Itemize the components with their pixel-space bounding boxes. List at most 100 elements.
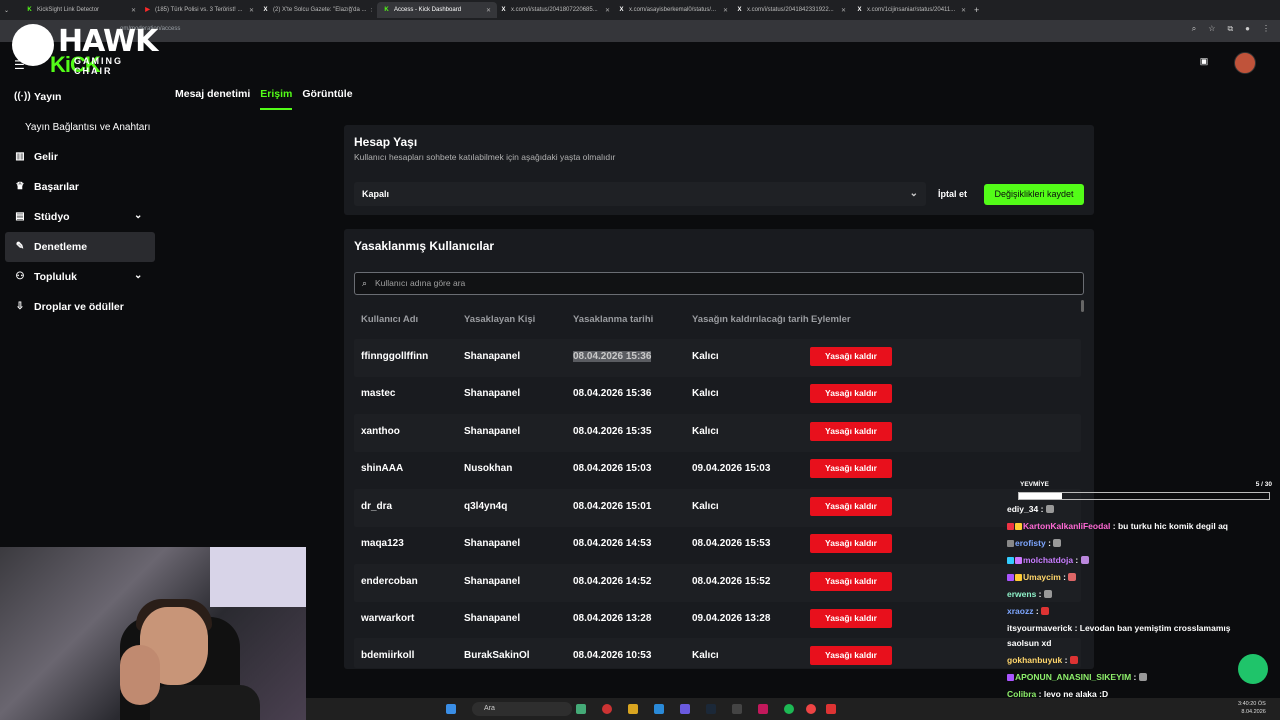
emote-icon: [1043, 590, 1052, 598]
chat-message: erwens :: [1007, 589, 1052, 599]
sidebar-item-basarilar[interactable]: ♛ Başarılar: [0, 172, 160, 202]
column-header[interactable]: Yasaklanma tarihi: [573, 314, 653, 325]
avatar[interactable]: [1234, 52, 1256, 74]
new-tab-icon[interactable]: +: [974, 2, 984, 18]
windows-taskbar: [306, 698, 1280, 720]
close-tab-icon[interactable]: ✕: [370, 7, 372, 14]
browser-tab-active[interactable]: K Access - Kick Dashboard ✕: [377, 2, 497, 18]
goal-progress-bar: [1018, 492, 1270, 500]
unban-button[interactable]: Yasağı kaldır: [810, 646, 892, 665]
chat-message: gokhanbuyuk :: [1007, 655, 1078, 665]
unban-button[interactable]: Yasağı kaldır: [810, 459, 892, 478]
address-bar: [0, 20, 1280, 42]
edge-icon[interactable]: [654, 704, 664, 714]
tab-mesaj-denetimi[interactable]: Mesaj denetimi: [175, 88, 250, 110]
steam-icon[interactable]: [706, 704, 716, 714]
browser-tab[interactable]: Xx.com/i/status/2041842331922... ✕: [736, 2, 846, 18]
unban-button[interactable]: Yasağı kaldır: [810, 384, 892, 403]
account-age-subtitle: Kullanıcı hesapları sohbete katılabilmek…: [354, 152, 616, 162]
zoom-icon[interactable]: ⌕: [1192, 24, 1196, 34]
table-row: shinAAA Nusokhan 08.04.2026 15:03 09.04.…: [354, 451, 1081, 489]
sidebar-item-stream-key[interactable]: Yayın Bağlantısı ve Anahtarı: [0, 112, 160, 142]
table-row: dr_dra q3l4yn4q 08.04.2026 15:01 Kalıcı …: [354, 489, 1081, 527]
chat-support-icon[interactable]: [1238, 654, 1268, 684]
close-tab-icon[interactable]: ✕: [249, 7, 254, 14]
x-icon: X: [737, 6, 742, 13]
unban-button[interactable]: Yasağı kaldır: [810, 347, 892, 366]
table-header: Kullanıcı Adı Yasaklayan Kişi Yasaklanma…: [354, 312, 1084, 328]
chat-message: saolsun xd: [1007, 638, 1052, 648]
chrome-icon[interactable]: [602, 704, 612, 714]
chat-message: KartonKalkanliFeodal : bu turku hic komi…: [1007, 521, 1228, 531]
sidebar-item-droplar[interactable]: ⇩ Droplar ve ödüller: [0, 292, 160, 322]
taskbar-app-icon[interactable]: [576, 704, 586, 714]
cancel-button[interactable]: İptal et: [938, 185, 967, 203]
close-tab-icon[interactable]: ✕: [131, 7, 136, 14]
chrome-icon[interactable]: [806, 704, 816, 714]
chat-message: ediy_34 :: [1007, 504, 1054, 514]
taskbar-app-icon[interactable]: [826, 704, 836, 714]
x-icon: X: [263, 6, 268, 13]
emote-icon: [1045, 505, 1054, 513]
chart-icon: ▥: [15, 151, 25, 162]
bookmark-star-icon[interactable]: ☆: [1208, 24, 1215, 34]
sidebar-item-gelir[interactable]: ▥ Gelir: [0, 142, 160, 172]
browser-tab[interactable]: Xx.com/1cijinsaniar/status/20411... ✕: [856, 2, 966, 18]
windows-start-icon[interactable]: [446, 704, 456, 714]
wrench-icon: ✎: [15, 241, 25, 252]
taskbar-clock: 3:40:20 ÖS 8.04.2026: [1238, 701, 1266, 715]
chevron-down-icon[interactable]: ⌄: [134, 210, 142, 221]
extensions-icon[interactable]: ⧉: [1227, 24, 1233, 34]
browser-tab[interactable]: X(2) X'te Solcu Gazete: "Elazığ'da ...✕: [262, 2, 372, 18]
emote-icon: [1080, 556, 1089, 564]
unban-button[interactable]: Yasağı kaldır: [810, 572, 892, 591]
profile-icon[interactable]: ●: [1245, 24, 1250, 34]
sidebar-item-denetleme[interactable]: ✎ Denetleme: [5, 232, 155, 262]
studio-icon: ▤: [15, 211, 25, 222]
hawk-feather-icon: [12, 24, 54, 66]
unban-button[interactable]: Yasağı kaldır: [810, 497, 892, 516]
unban-button[interactable]: Yasağı kaldır: [810, 609, 892, 628]
badge-icon: [1007, 523, 1014, 530]
tab-erisim[interactable]: Erişim: [260, 88, 293, 110]
stream-manager-icon[interactable]: ▣: [1196, 56, 1212, 70]
taskbar-app-icon[interactable]: [758, 704, 768, 714]
sidebar-item-topluluk[interactable]: ⚇ Topluluk ⌄: [0, 262, 160, 292]
close-tab-icon[interactable]: ✕: [723, 7, 728, 14]
browser-tab[interactable]: Xx.com/i/status/2041807220685... ✕: [500, 2, 610, 18]
browser-tab[interactable]: Xx.com/asayisberkemal0/status/... ✕: [618, 2, 728, 18]
sidebar-item-studyo[interactable]: ▤ Stüdyo ⌄: [0, 202, 160, 232]
webcam-body: [150, 685, 260, 720]
close-tab-icon[interactable]: ✕: [841, 7, 846, 14]
unban-button[interactable]: Yasağı kaldır: [810, 534, 892, 553]
account-age-select[interactable]: Kapalı ⌄: [354, 182, 926, 206]
close-tab-icon[interactable]: ✕: [486, 7, 491, 14]
save-changes-button[interactable]: Değişiklikleri kaydet: [984, 184, 1084, 205]
search-input[interactable]: ⌕ Kullanıcı adına göre ara: [354, 272, 1084, 295]
badge-icon: [1015, 557, 1022, 564]
taskbar-search-input[interactable]: Ara: [472, 702, 572, 716]
menu-kebab-icon[interactable]: ⋮: [1262, 24, 1270, 34]
file-explorer-icon[interactable]: [628, 704, 638, 714]
chevron-down-icon[interactable]: ⌄: [134, 270, 142, 281]
webcam-window: [210, 547, 306, 607]
spotify-icon[interactable]: [784, 704, 794, 714]
column-header[interactable]: Eylemler: [811, 314, 851, 325]
chat-message: xraozz :: [1007, 606, 1050, 616]
taskbar-app-icon[interactable]: [732, 704, 742, 714]
close-tab-icon[interactable]: ✕: [605, 7, 610, 14]
discord-icon[interactable]: [680, 704, 690, 714]
unban-button[interactable]: Yasağı kaldır: [810, 422, 892, 441]
column-header[interactable]: Kullanıcı Adı: [361, 314, 418, 325]
browser-tab[interactable]: K KickSight Link Detector ✕: [26, 2, 136, 18]
sidebar-item-yayin[interactable]: ((·)) Yayın: [0, 82, 160, 112]
badge-icon: [1007, 540, 1014, 547]
tab-goruntule[interactable]: Görüntüle: [302, 88, 352, 110]
hawk-logo-overlay: HAWK KiCK GAMING CHAIR: [12, 22, 158, 77]
column-header[interactable]: Yasağın kaldırılacağı tarih: [692, 314, 809, 325]
scrollbar[interactable]: [1081, 300, 1084, 312]
tab-list-button[interactable]: ⌄: [4, 2, 18, 18]
column-header[interactable]: Yasaklayan Kişi: [464, 314, 535, 325]
browser-tab[interactable]: ▶ (185) Türk Polisi vs. 3 Terörist! ... ✕: [144, 2, 254, 18]
close-tab-icon[interactable]: ✕: [961, 7, 966, 14]
